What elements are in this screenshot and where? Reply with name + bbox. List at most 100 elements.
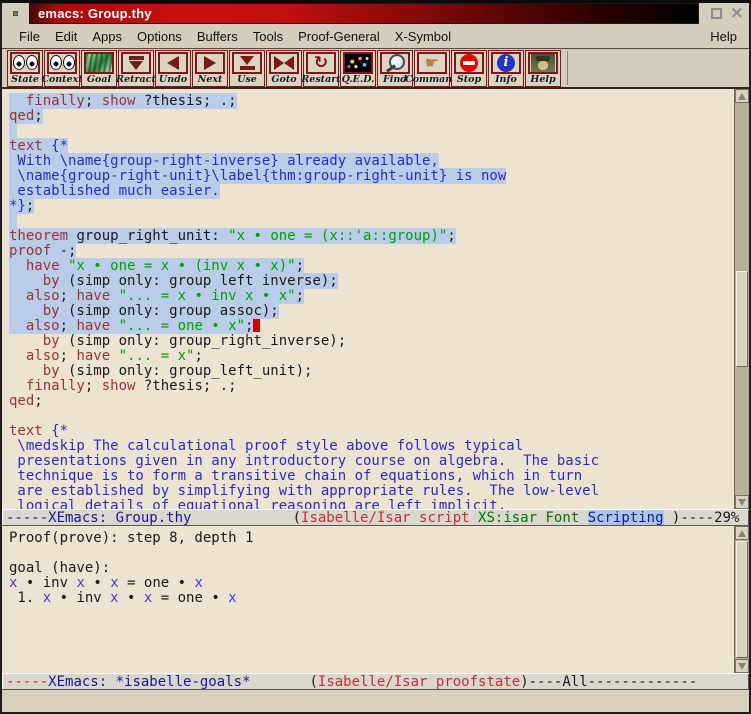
script-line[interactable]: finally; show ?thesis; .; [9, 94, 734, 109]
text-segment: (simp only: group_left_inverse); [60, 273, 338, 289]
modeline-text[interactable]: -----XEmacs: Group.thy (Isabelle/Isar sc… [6, 510, 749, 525]
script-line[interactable]: by (simp only: group_left_unit); [9, 364, 734, 379]
script-line[interactable]: logical details of equational reasoning … [9, 499, 734, 509]
script-line[interactable]: also; have "... = x"; [9, 349, 734, 364]
toolbar-button-state[interactable]: State [7, 50, 43, 87]
restart-arrows-icon [314, 55, 328, 71]
script-line[interactable]: presentations given in any introductory … [9, 454, 734, 469]
goals-line[interactable]: goal (have): [9, 561, 734, 576]
script-line[interactable]: proof -; [9, 244, 734, 259]
script-line[interactable]: text {* [9, 424, 734, 439]
toolbar-button-retract[interactable]: Retract [118, 50, 154, 87]
script-line[interactable]: \medskip The calculational proof style a… [9, 439, 734, 454]
toolbar-button-restart[interactable]: Restart [303, 50, 339, 87]
script-line[interactable]: by (simp only: group_assoc); [9, 304, 734, 319]
toolbar-icon-frame [47, 52, 77, 74]
window-menu-icon [13, 11, 18, 16]
script-line[interactable]: theorem group_right_unit: "x • one = (x:… [9, 229, 734, 244]
toolbar-button-use[interactable]: Use [229, 50, 265, 87]
info-icon [497, 54, 515, 72]
script-line[interactable]: text {* [9, 139, 734, 154]
goals-scrollbar-thumb[interactable] [736, 541, 748, 658]
toolbar-button-q-e-d[interactable]: Q.E.D. [340, 50, 376, 87]
script-line[interactable]: by (simp only: group_right_inverse); [9, 334, 734, 349]
script-line[interactable]: also; have "... = one • x"; [9, 319, 734, 334]
goals-scroll-up-button[interactable] [735, 526, 749, 540]
script-line[interactable]: With \name{group-right-inverse} already … [9, 154, 734, 169]
minibuffer-echo-area[interactable] [2, 690, 749, 712]
goals-buffer[interactable]: Proof(prove): step 8, depth 1 goal (have)… [2, 526, 734, 673]
use-triangle-icon [240, 56, 255, 70]
menu-options[interactable]: Options [137, 29, 182, 44]
goals-modeline[interactable]: -----XEmacs: *isabelle-goals* (Isabelle/… [2, 673, 749, 690]
goals-line[interactable]: 1. x • inv x • x = one • x [9, 591, 734, 606]
goals-scrollbar[interactable] [734, 526, 749, 673]
menu-tools[interactable]: Tools [253, 29, 283, 44]
scroll-up-button[interactable] [735, 89, 749, 103]
text-segment: also [26, 348, 60, 364]
goals-scroll-down-button[interactable] [735, 659, 749, 673]
menu-help[interactable]: Help [710, 29, 737, 44]
script-line[interactable]: by (simp only: group_left_inverse); [9, 274, 734, 289]
script-line[interactable]: qed; [9, 394, 734, 409]
text-segment: by [43, 333, 60, 349]
window-menu-button[interactable] [2, 3, 29, 24]
scroll-down-button[interactable] [735, 495, 749, 509]
goals-scrollbar-trough[interactable] [735, 540, 749, 659]
stop-sign-icon [460, 54, 478, 72]
script-line[interactable] [9, 124, 734, 139]
text-segment: established much easier. [9, 183, 220, 199]
modeline-text[interactable]: -----XEmacs: *isabelle-goals* (Isabelle/… [6, 674, 749, 689]
script-line[interactable] [9, 409, 734, 424]
script-scrollbar[interactable] [734, 89, 749, 509]
menu-proof-general[interactable]: Proof-General [298, 29, 380, 44]
script-buffer[interactable]: finally; show ?thesis; .;qed; text {* Wi… [2, 89, 734, 509]
toolbar-button-command[interactable]: Command [414, 50, 450, 87]
toolbar-button-stop[interactable]: Stop [451, 50, 487, 87]
script-line[interactable] [9, 214, 734, 229]
toolbar-icon-frame [195, 52, 225, 74]
close-button[interactable]: × [730, 8, 744, 19]
menu-apps[interactable]: Apps [92, 29, 122, 44]
text-segment: x [110, 575, 118, 591]
toolbar-button-next[interactable]: Next [192, 50, 228, 87]
text-segment: With \name{group-right-inverse} already … [9, 153, 439, 169]
text-segment [9, 348, 26, 364]
toolbar-button-help[interactable]: Help [525, 50, 561, 87]
toolbar-button-goal[interactable]: Goal [81, 50, 117, 87]
text-segment: group_right_unit: [68, 228, 228, 244]
titlebar-gradient[interactable]: emacs: Group.thy [29, 3, 699, 24]
text-segment: -; [51, 243, 76, 259]
text-segment: ; [296, 288, 304, 304]
script-line[interactable]: *}; [9, 199, 734, 214]
goals-line[interactable] [9, 546, 734, 561]
menu-buffers[interactable]: Buffers [197, 29, 238, 44]
goals-line[interactable]: x • inv x • x = one • x [9, 576, 734, 591]
toolbar-button-goto[interactable]: Goto [266, 50, 302, 87]
toolbar-button-context[interactable]: Context [44, 50, 80, 87]
menu-file[interactable]: File [19, 29, 40, 44]
command-hand-icon [425, 56, 439, 70]
text-segment: also [26, 318, 60, 334]
maximize-button[interactable] [711, 8, 722, 19]
text-segment [9, 333, 43, 349]
script-modeline[interactable]: -----XEmacs: Group.thy (Isabelle/Isar sc… [2, 509, 749, 526]
goals-line[interactable]: Proof(prove): step 8, depth 1 [9, 531, 734, 546]
toolbar-icon-frame [528, 52, 558, 74]
toolbar-button-info[interactable]: Info [488, 50, 524, 87]
script-line[interactable]: qed; [9, 109, 734, 124]
line-text: by (simp only: group_left_inverse); [9, 273, 338, 289]
script-line[interactable]: established much easier. [9, 184, 734, 199]
script-line[interactable]: also; have "... = x • inv x • x"; [9, 289, 734, 304]
toolbar-button-undo[interactable]: Undo [155, 50, 191, 87]
script-line[interactable]: have "x • one = x • (inv x • x)"; [9, 259, 734, 274]
menu-edit[interactable]: Edit [55, 29, 77, 44]
script-scrollbar-thumb[interactable] [736, 271, 748, 367]
script-scrollbar-trough[interactable] [735, 103, 749, 495]
script-line[interactable]: \name{group-right-unit}\label{thm:group-… [9, 169, 734, 184]
script-line[interactable]: technique is to form a transitive chain … [9, 469, 734, 484]
script-line[interactable]: finally; show ?thesis; .; [9, 379, 734, 394]
text-segment: )----29% [664, 510, 740, 526]
menu-x-symbol[interactable]: X-Symbol [395, 29, 451, 44]
script-line[interactable]: are established by simplifying with appr… [9, 484, 734, 499]
